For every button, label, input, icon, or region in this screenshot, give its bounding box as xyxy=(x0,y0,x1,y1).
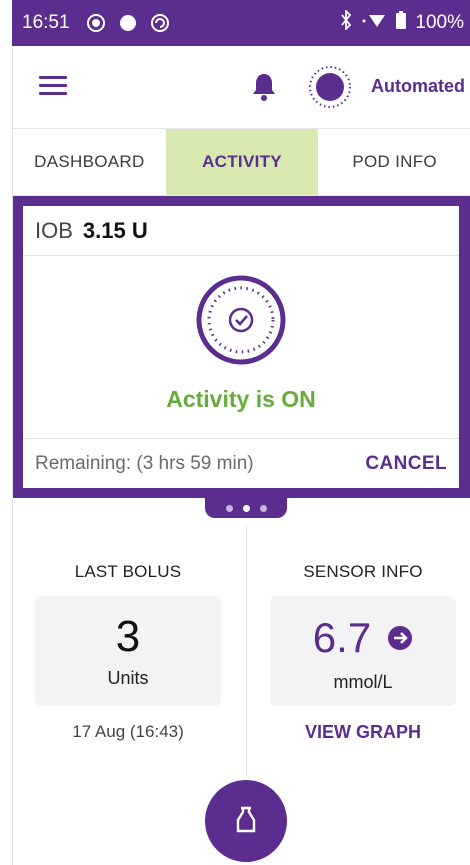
hamburger-menu-icon[interactable] xyxy=(39,76,67,98)
last-bolus-date: 17 Aug (16:43) xyxy=(72,722,184,741)
glucose-value: 6.7 xyxy=(312,614,372,661)
remaining-text: Remaining: (3 hrs 59 min) xyxy=(35,452,254,474)
circle-icon xyxy=(118,13,138,33)
iob-value: 3.15 U xyxy=(82,217,148,243)
activity-status-text: Activity is ON xyxy=(166,386,316,412)
activity-check-icon xyxy=(195,274,287,366)
automated-mode-icon xyxy=(307,64,353,110)
wifi-icon xyxy=(361,10,387,36)
battery-icon xyxy=(395,10,407,36)
sync-icon xyxy=(150,13,170,33)
last-bolus-tile: 3 Units xyxy=(35,596,221,706)
bolus-vial-icon xyxy=(232,804,260,839)
page-dot-active xyxy=(242,504,250,512)
status-bar: 16:51 100% xyxy=(12,0,470,46)
activity-card-frame: IOB 3.15 U Activity is ON Remaining: (3 … xyxy=(13,196,470,498)
page-dot xyxy=(225,504,233,512)
iob-row: IOB 3.15 U xyxy=(23,206,459,256)
battery-percent: 100% xyxy=(415,12,464,33)
app-header: Automated xyxy=(13,46,470,128)
glucose-row: 6.7 xyxy=(270,614,456,662)
page-indicator[interactable] xyxy=(205,498,287,518)
bluetooth-icon xyxy=(339,8,353,36)
sensor-info-tile[interactable]: 6.7 mmol/L xyxy=(270,596,456,706)
tab-dashboard[interactable]: DASHBOARD xyxy=(13,129,166,195)
view-graph-link[interactable]: VIEW GRAPH xyxy=(270,722,456,743)
mode-label: Automated xyxy=(371,76,465,96)
tab-activity[interactable]: ACTIVITY xyxy=(165,129,319,195)
sensor-info-title: SENSOR INFO xyxy=(303,562,423,581)
tab-bar: DASHBOARD ACTIVITY POD INFO xyxy=(13,128,470,196)
iob-label: IOB xyxy=(35,217,73,243)
cancel-button[interactable]: CANCEL xyxy=(365,453,447,475)
tab-pod-info[interactable]: POD INFO xyxy=(318,129,470,195)
last-bolus-unit: Units xyxy=(107,668,149,688)
activity-card: IOB 3.15 U Activity is ON Remaining: (3 … xyxy=(23,206,459,488)
bolus-button[interactable] xyxy=(205,780,287,862)
bell-icon[interactable] xyxy=(251,72,277,102)
dot-circle-icon xyxy=(86,13,106,33)
arrow-right-circle-icon xyxy=(387,625,413,651)
page-dot xyxy=(259,504,267,512)
remaining-row: Remaining: (3 hrs 59 min) CANCEL xyxy=(23,438,459,488)
glucose-unit: mmol/L xyxy=(333,672,393,692)
app-screen: Automated DASHBOARD ACTIVITY POD INFO IO… xyxy=(12,46,470,865)
last-bolus-value: 3 xyxy=(115,612,141,661)
last-bolus-title: LAST BOLUS xyxy=(74,562,182,581)
status-time: 16:51 xyxy=(22,12,70,33)
column-divider xyxy=(246,526,247,776)
